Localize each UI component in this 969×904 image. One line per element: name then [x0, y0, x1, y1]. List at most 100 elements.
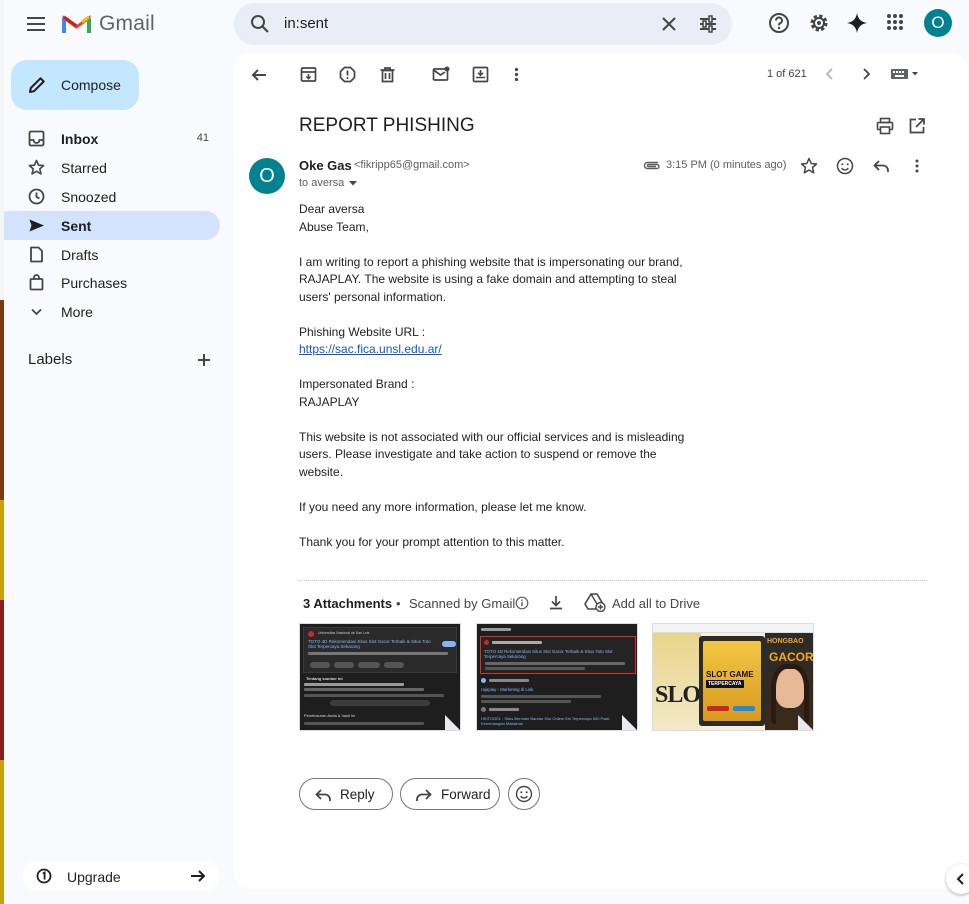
pencil-icon	[27, 75, 47, 95]
gemini-sparkle-icon[interactable]	[846, 12, 868, 34]
body-greeting-1: Dear aversa	[299, 202, 365, 216]
print-icon[interactable]	[876, 117, 894, 135]
forward-label: Forward	[441, 787, 491, 802]
side-panel-toggle[interactable]	[946, 864, 969, 894]
shopping-bag-icon	[28, 274, 45, 291]
send-icon	[28, 217, 45, 234]
message-body: Dear aversa Abuse Team, I am writing to …	[299, 201, 699, 551]
sidebar-item-label: Purchases	[61, 275, 128, 291]
thumb-1-header: Universitas Nasional de San Luis	[318, 631, 370, 635]
search-icon[interactable]	[250, 14, 270, 34]
snooze-move-icon[interactable]	[472, 66, 489, 83]
body-greeting-2: Abuse Team,	[299, 219, 369, 234]
arrow-right-icon	[189, 867, 207, 885]
thumb-2-title: TOTO 4D Rekomendasi Situs Slot Gacor Ter…	[484, 649, 613, 659]
sidebar-item-label: Starred	[61, 160, 107, 176]
sender-email: <fikripp65@gmail.com>	[354, 159, 470, 171]
message-timestamp: 3:15 PM (0 minutes ago)	[666, 159, 787, 171]
body-paragraph-3: If you need any more information, please…	[299, 499, 587, 514]
gmail-logo[interactable]: Gmail	[62, 10, 155, 38]
sender-avatar[interactable]: O	[249, 158, 285, 194]
star-outline-icon[interactable]	[800, 157, 818, 175]
open-new-window-icon[interactable]	[908, 117, 926, 135]
smiley-icon	[515, 785, 533, 803]
unread-count: 41	[196, 132, 209, 144]
sidebar-item-snoozed[interactable]: Snoozed	[4, 182, 220, 211]
newer-chevron-left-icon[interactable]	[822, 66, 838, 82]
sidebar-item-drafts[interactable]: Drafts	[4, 240, 220, 269]
message-subject: REPORT PHISHING	[299, 115, 475, 136]
pager-count: 1 of 621	[767, 68, 807, 80]
help-icon[interactable]	[768, 12, 790, 34]
body-paragraph-4: Thank you for your prompt attention to t…	[299, 534, 565, 549]
emoji-reaction-icon[interactable]	[836, 157, 854, 175]
clock-icon	[28, 188, 45, 205]
chevron-left-icon	[954, 871, 968, 887]
attachment-thumbnail-3[interactable]: SLOT SLOT GAME TERPERCAYA HONGBAO GACOR	[652, 623, 814, 731]
reply-icon	[314, 786, 332, 804]
phishing-url-link[interactable]: https://sac.fica.unsl.edu.ar/	[299, 342, 442, 356]
attachments-title: 3 Attachments	[303, 596, 393, 611]
search-bar[interactable]: in:sent	[234, 3, 732, 45]
account-avatar[interactable]: O	[924, 9, 952, 37]
upgrade-info-icon	[36, 868, 52, 884]
back-arrow-icon[interactable]	[250, 66, 268, 84]
draft-file-icon	[28, 246, 45, 263]
sidebar-item-starred[interactable]: Starred	[4, 153, 220, 182]
upgrade-button[interactable]: Upgrade	[22, 861, 219, 891]
sender-name[interactable]: Oke Gas	[299, 158, 352, 173]
clear-search-icon[interactable]	[660, 15, 678, 33]
add-label-plus-icon[interactable]	[195, 351, 213, 369]
apps-grid-icon[interactable]	[885, 12, 905, 32]
show-details-caret-icon[interactable]	[347, 178, 359, 188]
reply-arrow-icon[interactable]	[872, 157, 890, 175]
message-more-icon[interactable]	[908, 157, 926, 175]
sidebar-item-label: Snoozed	[61, 189, 117, 205]
sidebar-item-sent[interactable]: Sent	[4, 211, 220, 240]
more-options-icon[interactable]	[508, 66, 525, 83]
sidebar-item-more[interactable]: More	[4, 297, 220, 326]
body-url-label: Phishing Website URL :	[299, 324, 426, 339]
download-all-icon[interactable]	[547, 594, 565, 612]
emoji-react-button[interactable]	[508, 778, 540, 810]
main-menu-icon[interactable]	[22, 12, 50, 36]
sidebar-item-label: Sent	[61, 218, 92, 234]
thumb-2-footer: HKITOGEL : Situs Bermain Bandar Slot Onl…	[481, 716, 610, 726]
settings-gear-icon[interactable]	[808, 12, 830, 34]
recipients-line[interactable]: to aversa	[299, 177, 359, 189]
attachment-thumbnail-2[interactable]: TOTO 4D Rekomendasi Situs Slot Gacor Ter…	[476, 623, 638, 731]
attachment-thumbnail-1[interactable]: Universitas Nasional de San Luis TOTO 4D…	[299, 623, 461, 731]
sidebar-item-purchases[interactable]: Purchases	[4, 268, 220, 297]
upgrade-label: Upgrade	[67, 869, 121, 885]
compose-label: Compose	[61, 77, 121, 93]
scanned-by-gmail: Scanned by Gmail	[409, 596, 516, 611]
info-icon[interactable]	[515, 596, 529, 610]
thumb-3-terpercaya: TERPERCAYA	[706, 680, 744, 688]
add-to-drive-icon[interactable]	[584, 592, 606, 612]
search-options-icon[interactable]	[698, 14, 718, 34]
input-tools-keyboard-icon[interactable]	[890, 66, 922, 82]
archive-icon[interactable]	[300, 66, 317, 83]
thumb-1-section: Tentang sumber ini	[306, 676, 343, 681]
report-spam-icon[interactable]	[339, 66, 356, 83]
reply-button[interactable]: Reply	[299, 778, 393, 810]
chevron-down-icon	[28, 303, 45, 320]
gmail-m-icon	[62, 15, 91, 33]
forward-icon	[415, 786, 433, 804]
compose-button[interactable]: Compose	[11, 60, 139, 110]
labels-heading: Labels	[28, 351, 73, 368]
sidebar-item-inbox[interactable]: Inbox 41	[4, 124, 220, 153]
star-icon	[28, 159, 45, 176]
forward-button[interactable]: Forward	[400, 778, 500, 810]
add-all-to-drive[interactable]: Add all to Drive	[612, 596, 700, 611]
attachments-divider	[299, 580, 927, 581]
older-chevron-right-icon[interactable]	[858, 66, 874, 82]
search-input[interactable]: in:sent	[284, 15, 328, 32]
body-brand-label: Impersonated Brand :	[299, 377, 415, 391]
recipient-text: to aversa	[299, 177, 345, 189]
sidebar-item-label: Drafts	[61, 247, 99, 263]
thumb-2-link: rajaplay - Marketing di Link	[481, 687, 534, 692]
delete-trash-icon[interactable]	[379, 66, 396, 83]
thumb-1-title: TOTO 4D Rekomendasi Situs Slot Gacor Ter…	[308, 639, 431, 649]
mark-unread-icon[interactable]	[432, 66, 450, 83]
